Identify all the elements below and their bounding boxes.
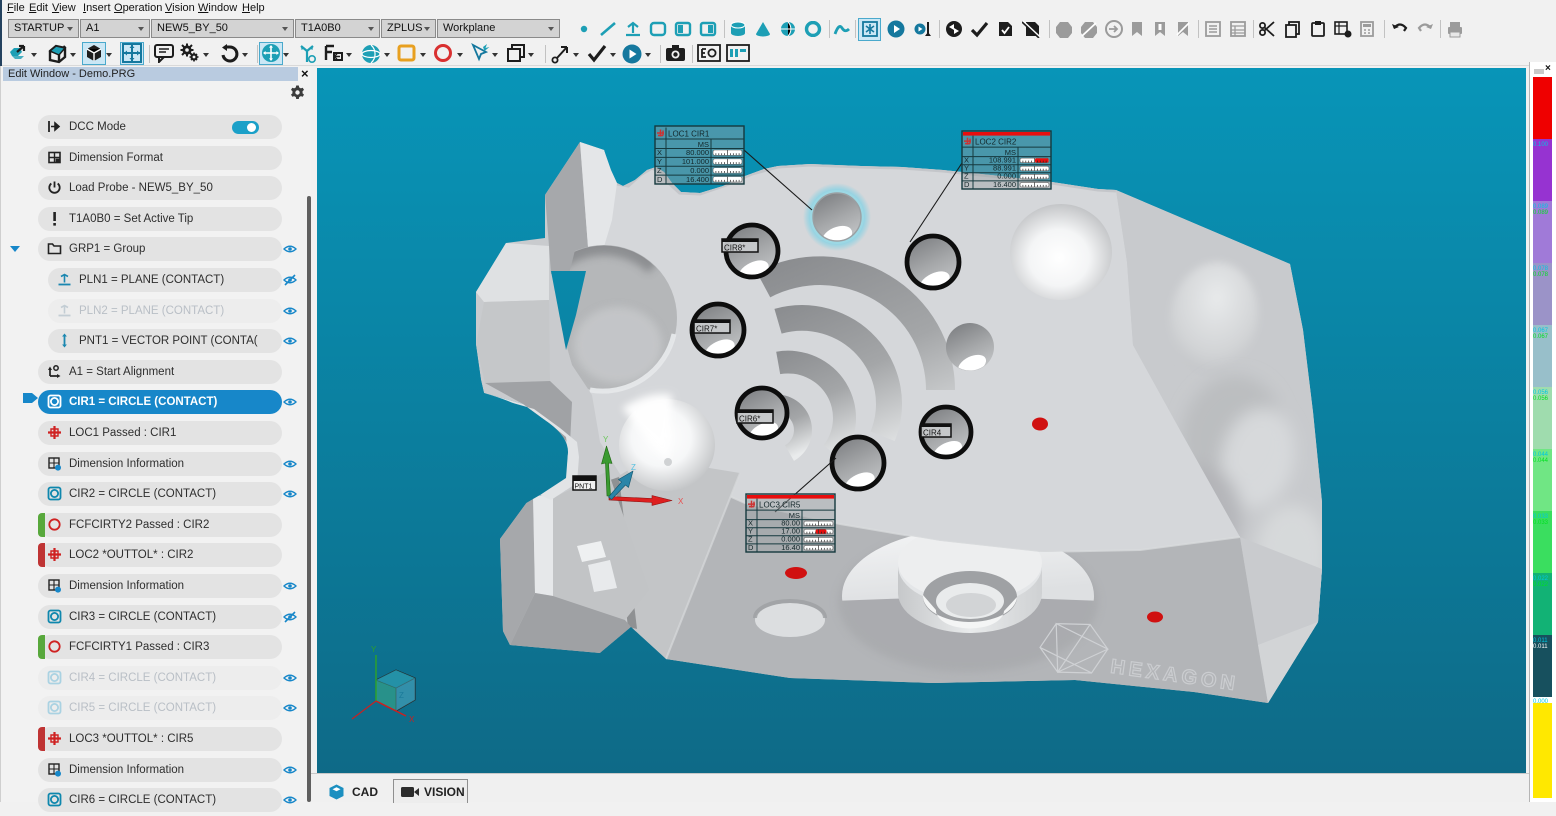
svg-text:Y: Y — [657, 157, 662, 166]
svg-text:16.400: 16.400 — [993, 180, 1016, 189]
svg-text:X: X — [409, 715, 415, 724]
svg-text:101.000: 101.000 — [682, 157, 709, 166]
svg-text:PNT1: PNT1 — [575, 484, 593, 491]
svg-text:X: X — [657, 148, 662, 157]
svg-text:16.40: 16.40 — [781, 543, 800, 552]
svg-text:Y: Y — [603, 435, 609, 444]
svg-text:CIR4: CIR4 — [923, 429, 942, 438]
svg-text:Z: Z — [657, 166, 662, 175]
svg-text:CIR7*: CIR7* — [696, 325, 717, 334]
svg-text:Y: Y — [371, 645, 377, 654]
svg-text:X: X — [678, 497, 684, 506]
svg-text:D: D — [657, 175, 663, 184]
svg-text:D: D — [748, 543, 754, 552]
svg-text:D: D — [964, 180, 970, 189]
svg-text:CIR6*: CIR6* — [739, 415, 760, 424]
svg-text:16.400: 16.400 — [686, 175, 709, 184]
svg-text:LOC2 CIR2: LOC2 CIR2 — [975, 138, 1017, 147]
svg-text:LOC3 CIR5: LOC3 CIR5 — [759, 501, 801, 510]
svg-text:80.000: 80.000 — [686, 148, 709, 157]
svg-text:Z: Z — [631, 463, 636, 472]
svg-text:0.000: 0.000 — [690, 166, 709, 175]
svg-text:LOC1 CIR1: LOC1 CIR1 — [668, 130, 710, 139]
svg-text:CIR8*: CIR8* — [724, 244, 745, 253]
svg-text:Z: Z — [399, 691, 404, 700]
